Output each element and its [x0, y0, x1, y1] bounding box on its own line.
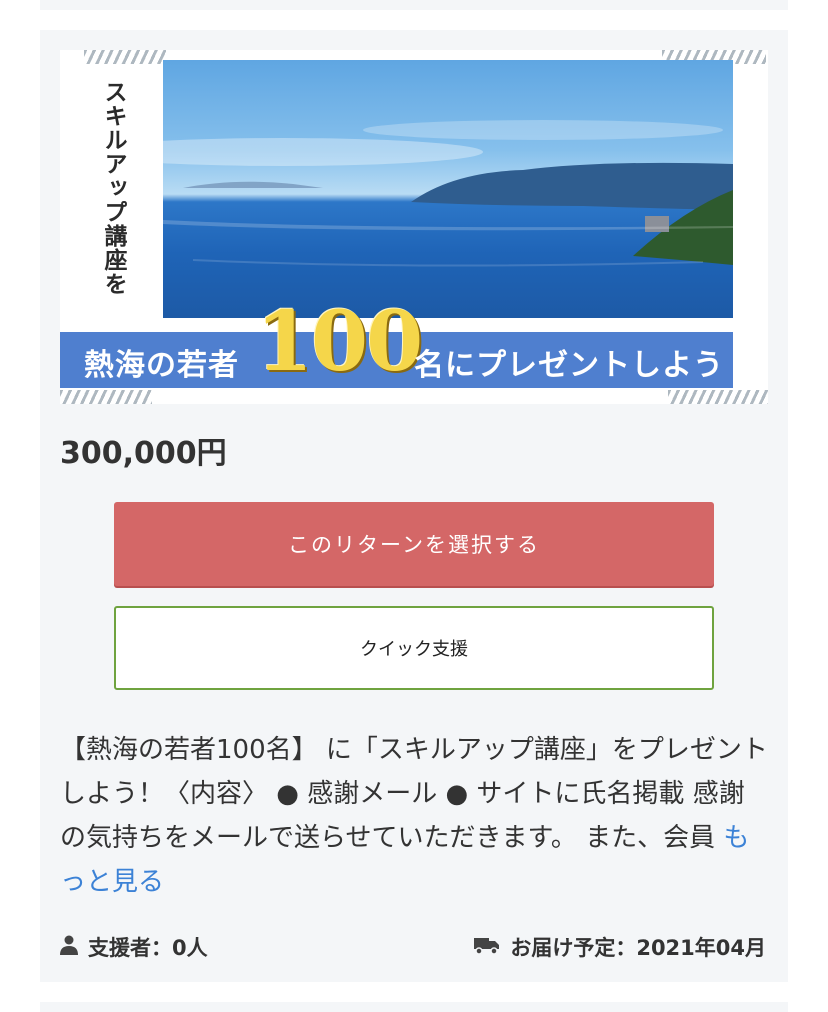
supporters-info: 支援者：0人 [60, 930, 208, 964]
reward-card: スキルアップ講座を 熱海の若者 100 名にプレゼントしよう 300,000円 [40, 30, 788, 982]
banner-vertical-text: スキルアップ講座を [100, 80, 126, 296]
sea-landscape-illustration [163, 120, 733, 267]
sea-photo [163, 60, 733, 318]
decorative-stripes [668, 390, 768, 404]
banner-text-right: 名にプレゼントしよう [414, 348, 724, 383]
next-reward-card [40, 1002, 788, 1012]
reward-description-text: 【熱海の若者100名】 に「スキルアップ講座」をプレゼントしよう！〈内容〉 ● … [60, 735, 768, 853]
banner-text-left: 熱海の若者 [84, 348, 239, 383]
quick-support-label: クイック支援 [360, 639, 468, 660]
delivery-info: お届け予定：2021年04月 [474, 930, 766, 964]
select-reward-label: このリターンを選択する [288, 533, 540, 557]
user-icon [60, 935, 78, 960]
page: スキルアップ講座を 熱海の若者 100 名にプレゼントしよう 300,000円 [0, 0, 828, 1012]
reward-description: 【熱海の若者100名】 に「スキルアップ講座」をプレゼントしよう！〈内容〉 ● … [60, 728, 770, 904]
decorative-stripes [60, 390, 152, 404]
decorative-stripes [84, 50, 166, 64]
select-reward-button[interactable]: このリターンを選択する [114, 502, 714, 586]
reward-banner-image: スキルアップ講座を 熱海の若者 100 名にプレゼントしよう [60, 50, 768, 404]
banner-number: 100 [256, 294, 423, 390]
supporters-count: 支援者：0人 [88, 936, 208, 960]
previous-reward-card [40, 0, 788, 10]
quick-support-button[interactable]: クイック支援 [114, 606, 714, 690]
reward-price: 300,000円 [60, 436, 227, 471]
truck-icon [474, 935, 500, 960]
delivery-schedule: お届け予定：2021年04月 [510, 936, 766, 960]
